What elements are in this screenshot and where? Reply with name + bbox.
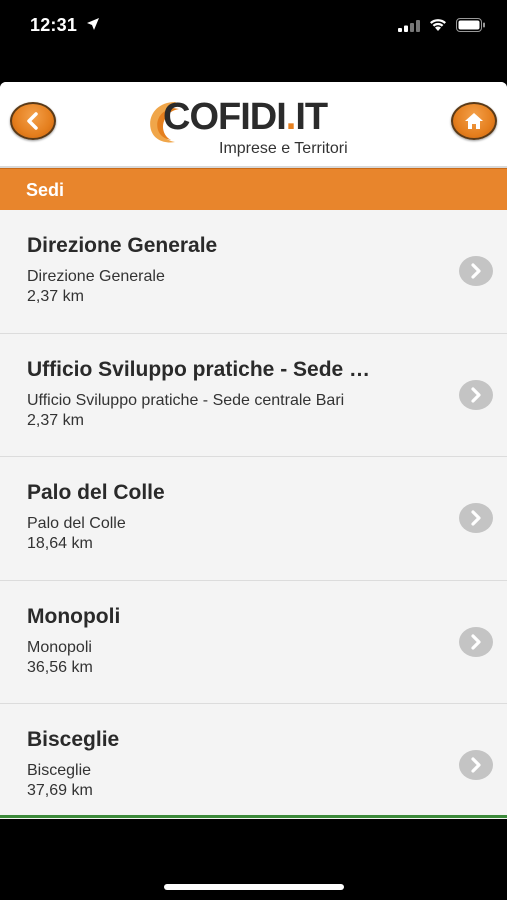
location-arrow-icon	[87, 18, 99, 30]
home-indicator[interactable]	[164, 884, 344, 890]
app-screen: COFIDI.IT Imprese e Territori Sedi Direz…	[0, 82, 507, 819]
detail-button[interactable]	[459, 256, 493, 287]
item-distance: 18,64 km	[27, 535, 93, 552]
list-item[interactable]: Bisceglie Bisceglie 37,69 km	[0, 704, 507, 819]
logo-name-main: COFIDI	[163, 96, 287, 138]
item-title: Palo del Colle	[27, 481, 165, 504]
item-distance: 2,37 km	[27, 411, 84, 429]
logo-wordmark: COFIDI.IT	[163, 96, 328, 139]
battery-icon	[456, 18, 485, 32]
home-icon	[465, 113, 483, 129]
chevron-right-icon	[471, 263, 481, 279]
status-bar: 12:31	[0, 0, 507, 52]
cofidi-logo: COFIDI.IT Imprese e Territori	[145, 92, 365, 158]
chevron-left-icon	[27, 112, 38, 130]
item-distance: 37,69 km	[27, 782, 93, 799]
wifi-icon	[430, 19, 446, 31]
list-item[interactable]: Palo del Colle Palo del Colle 18,64 km	[0, 457, 507, 581]
section-title: Sedi	[26, 180, 65, 200]
item-title: Direzione Generale	[27, 234, 218, 257]
status-time: 12:31	[30, 15, 78, 35]
item-title: Bisceglie	[27, 728, 120, 751]
item-subtitle: Palo del Colle	[27, 515, 126, 532]
item-distance: 36,56 km	[27, 658, 93, 676]
list-item[interactable]: Direzione Generale Direzione Generale 2,…	[0, 210, 507, 334]
detail-button[interactable]	[459, 503, 493, 534]
chevron-right-icon	[471, 634, 481, 650]
list-item[interactable]: Monopoli Monopoli 36,56 km	[0, 580, 507, 704]
detail-button[interactable]	[459, 626, 493, 657]
detail-button[interactable]	[459, 750, 493, 781]
item-subtitle: Bisceglie	[27, 762, 92, 779]
chevron-right-icon	[471, 757, 481, 773]
app-header: COFIDI.IT Imprese e Territori	[0, 82, 507, 168]
chevron-right-icon	[471, 510, 481, 526]
list-item[interactable]: Ufficio Sviluppo pratiche - Sede … Uffic…	[0, 333, 507, 457]
detail-button[interactable]	[459, 379, 493, 410]
home-button[interactable]	[451, 102, 497, 140]
cellular-signal-icon	[398, 20, 420, 32]
section-header: Sedi	[0, 168, 507, 210]
sedi-list: Direzione Generale Direzione Generale 2,…	[0, 210, 507, 819]
back-button[interactable]	[10, 102, 56, 140]
logo-tagline: Imprese e Territori	[219, 140, 348, 157]
item-title: Ufficio Sviluppo pratiche - Sede …	[27, 357, 371, 381]
bottom-accent-line	[0, 815, 507, 818]
item-subtitle: Direzione Generale	[27, 268, 165, 285]
item-distance: 2,37 km	[27, 288, 84, 305]
item-subtitle: Ufficio Sviluppo pratiche - Sede central…	[27, 391, 345, 409]
chevron-right-icon	[471, 387, 481, 403]
item-subtitle: Monopoli	[27, 638, 92, 656]
logo-name-tld: IT	[295, 96, 328, 138]
logo-name-dot: .	[285, 96, 297, 138]
item-title: Monopoli	[27, 604, 121, 628]
